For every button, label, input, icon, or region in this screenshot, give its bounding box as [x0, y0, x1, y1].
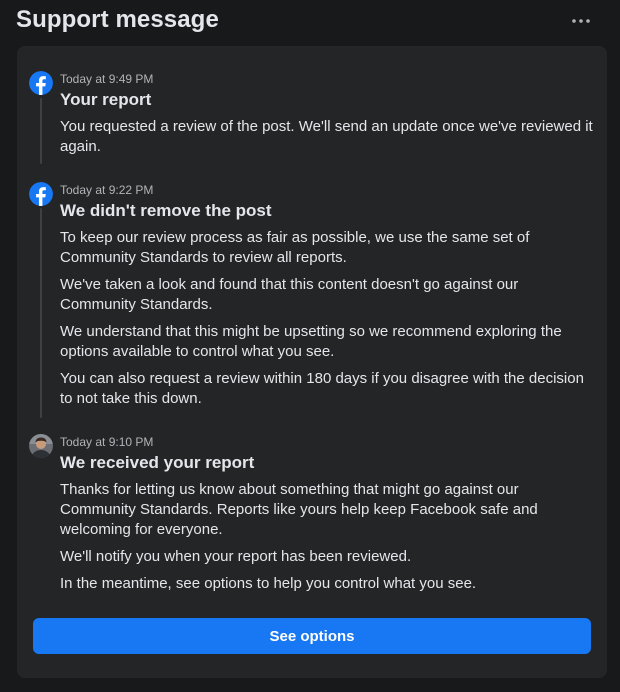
message-paragraph: To keep our review process as fair as po… — [60, 229, 530, 266]
header: Support message — [16, 4, 604, 36]
message-body: Today at 9:22 PM We didn't remove the po… — [60, 182, 593, 416]
support-message-card: Today at 9:49 PM Your report You request… — [17, 46, 607, 678]
message-body: Today at 9:49 PM Your report You request… — [60, 71, 593, 164]
support-message-page: Support message Today at 9:49 PM Your re… — [0, 0, 620, 692]
message-paragraph: We'll notify you when your report has be… — [60, 548, 412, 565]
facebook-logo-icon — [29, 71, 53, 95]
more-options-button[interactable] — [566, 12, 596, 30]
message-paragraph: You requested a review of the post. We'l… — [60, 118, 593, 155]
message-timestamp: Today at 9:49 PM — [60, 72, 154, 86]
message-paragraph: We've taken a look and found that this c… — [60, 276, 519, 313]
see-options-button[interactable]: See options — [33, 618, 591, 654]
timeline-connector — [40, 98, 42, 164]
message-paragraph: In the meantime, see options to help you… — [60, 575, 477, 592]
more-horizontal-icon — [572, 19, 590, 23]
message-paragraph: Thanks for letting us know about somethi… — [60, 481, 538, 538]
message-timestamp: Today at 9:10 PM — [60, 435, 154, 449]
page-title: Support message — [16, 6, 219, 33]
user-avatar-icon — [29, 434, 53, 458]
timeline-connector — [40, 208, 42, 418]
message-heading: Your report — [60, 90, 152, 109]
message-heading: We received your report — [60, 453, 255, 472]
message-paragraph: You can also request a review within 180… — [60, 370, 584, 407]
message-timestamp: Today at 9:22 PM — [60, 183, 154, 197]
facebook-logo-icon — [29, 182, 53, 206]
message-heading: We didn't remove the post — [60, 201, 272, 220]
message-body: Today at 9:10 PM We received your report… — [60, 434, 593, 601]
message-paragraph: We understand that this might be upsetti… — [60, 323, 562, 360]
